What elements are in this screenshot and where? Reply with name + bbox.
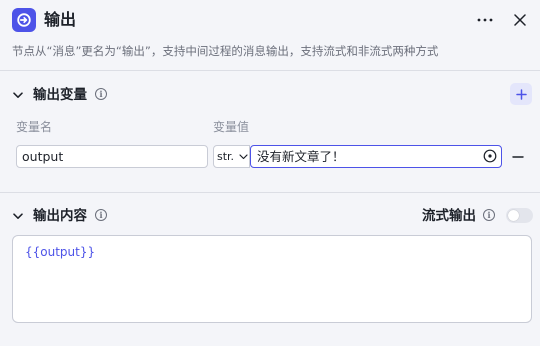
info-icon[interactable]: i	[95, 88, 107, 100]
output-content-editor[interactable]: {{output}}	[12, 235, 532, 323]
section-title-output-content: 输出内容	[33, 208, 87, 224]
streaming-output-toggle[interactable]	[506, 208, 533, 223]
close-icon[interactable]	[509, 9, 531, 31]
divider	[0, 192, 540, 193]
plus-icon	[515, 88, 527, 100]
value-type-select[interactable]: str.	[213, 145, 250, 168]
column-label-value: 变量值	[213, 120, 250, 134]
variable-name-input[interactable]: output	[16, 145, 208, 168]
toggle-knob	[508, 210, 519, 221]
remove-variable-button[interactable]	[511, 150, 525, 164]
node-settings-panel: 输出 节点从“消息”更名为“输出”，支持中间过程的消息输出，支持流式和非流式两种…	[0, 0, 540, 346]
streaming-output-label: 流式输出	[422, 208, 476, 224]
node-title[interactable]: 输出	[44, 9, 76, 31]
chevron-down-icon	[239, 153, 248, 159]
info-icon[interactable]: i	[483, 209, 495, 221]
chevron-down-icon[interactable]	[11, 88, 25, 102]
section-title-output-variables: 输出变量	[33, 87, 87, 103]
more-icon[interactable]	[474, 9, 496, 31]
variable-value-input[interactable]: 没有新文章了！	[250, 145, 502, 168]
info-icon[interactable]: i	[95, 209, 107, 221]
chevron-down-icon[interactable]	[11, 209, 25, 223]
column-label-name: 变量名	[16, 120, 53, 134]
add-variable-button[interactable]	[510, 83, 532, 105]
value-type-label: str.	[217, 150, 235, 163]
divider	[0, 70, 540, 71]
output-node-icon	[12, 8, 36, 32]
minus-icon	[512, 156, 524, 158]
reference-icon[interactable]	[483, 149, 497, 163]
panel-header: 输出 节点从“消息”更名为“输出”，支持中间过程的消息输出，支持流式和非流式两种…	[0, 0, 540, 70]
node-description: 节点从“消息”更名为“输出”，支持中间过程的消息输出，支持流式和非流式两种方式	[12, 44, 439, 58]
